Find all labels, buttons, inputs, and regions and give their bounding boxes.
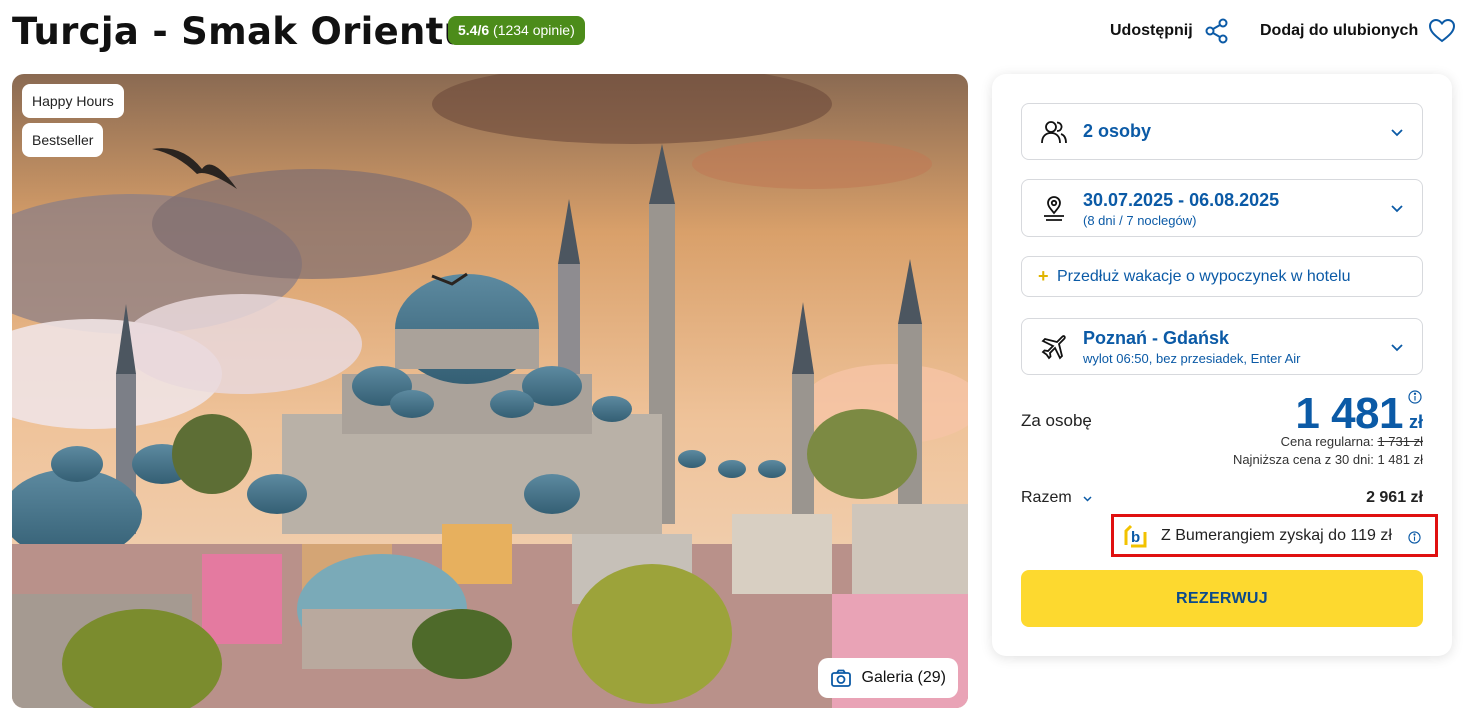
rating-badge[interactable]: 5.4/6 (1234 opinie) <box>448 16 585 45</box>
dates-value: 30.07.2025 - 06.08.2025 <box>1083 190 1280 210</box>
extend-stay-label: Przedłuż wakacje o wypoczynek w hotelu <box>1057 268 1351 285</box>
gallery-button[interactable]: Galeria (29) <box>817 658 958 698</box>
duration-value: (8 dni / 7 noclegów) <box>1083 213 1197 228</box>
bumerang-label: Z Bumerangiem zyskaj do 119 zł <box>1161 526 1392 544</box>
reserve-button[interactable]: REZERWUJ <box>1021 570 1423 627</box>
info-icon[interactable] <box>1408 390 1422 404</box>
per-person-label: Za osobę <box>1021 411 1092 430</box>
chevron-down-icon <box>1391 205 1403 213</box>
favorite-button[interactable]: Dodaj do ulubionych <box>1260 17 1456 45</box>
istanbul-mosque-image <box>12 74 968 708</box>
total-label: Razem <box>1021 489 1072 506</box>
flight-select[interactable]: Poznań - Gdańsk wylot 06:50, bez przesia… <box>1021 318 1423 375</box>
total-toggle[interactable]: Razem <box>1021 489 1093 507</box>
chevron-down-icon <box>1391 344 1403 352</box>
share-label: Udostępnij <box>1110 22 1193 39</box>
chevron-down-icon <box>1391 129 1403 137</box>
gallery-label: Galeria (29) <box>861 669 946 686</box>
booking-card: 2 osoby 30.07.2025 - 06.08.2025 (8 dni /… <box>992 74 1452 656</box>
hotel-photo[interactable]: Happy Hours Bestseller Galeria (29) <box>12 74 968 708</box>
chevron-down-icon <box>1083 495 1092 502</box>
bumerang-promo[interactable]: b Z Bumerangiem zyskaj do 119 zł <box>1111 514 1438 557</box>
persons-select[interactable]: 2 osoby <box>1021 103 1423 160</box>
regular-price: Cena regularna: 1 731 zł <box>1281 434 1423 449</box>
lowest-price-30-days: Najniższa cena z 30 dni: 1 481 zł <box>1232 452 1423 467</box>
svg-text:b: b <box>1131 529 1140 546</box>
page-title: Turcja - Smak Orientu <box>12 10 471 53</box>
tag-happy-hours: Happy Hours <box>22 84 124 118</box>
camera-icon <box>830 669 851 687</box>
heart-icon <box>1429 18 1456 43</box>
people-icon <box>1041 121 1067 144</box>
route-value: Poznań - Gdańsk <box>1083 328 1230 348</box>
bumerang-logo-icon: b <box>1124 524 1147 547</box>
airplane-icon <box>1041 335 1066 360</box>
tag-bestseller: Bestseller <box>22 123 104 157</box>
rating-count: (1234 opinie) <box>493 22 575 38</box>
rating-score: 5.4/6 <box>458 22 490 38</box>
extend-stay-button[interactable]: + Przedłuż wakacje o wypoczynek w hotelu <box>1021 256 1423 297</box>
favorite-label: Dodaj do ulubionych <box>1260 22 1419 39</box>
share-icon <box>1205 18 1228 44</box>
persons-value: 2 osoby <box>1083 121 1152 141</box>
dates-select[interactable]: 30.07.2025 - 06.08.2025 (8 dni / 7 nocle… <box>1021 179 1423 237</box>
price-amount: 1 481 <box>1295 389 1403 438</box>
regular-price-label: Cena regularna: <box>1280 434 1374 449</box>
share-button[interactable]: Udostępnij <box>1110 17 1231 45</box>
total-value: 2 961 zł <box>1366 489 1423 506</box>
regular-price-value: 1 731 zł <box>1377 434 1423 449</box>
location-pin-icon <box>1044 196 1064 221</box>
price-currency: zł <box>1408 412 1423 432</box>
flight-info-value: wylot 06:50, bez przesiadek, Enter Air <box>1083 351 1301 366</box>
plus-icon: + <box>1038 266 1049 286</box>
info-icon[interactable] <box>1408 531 1421 544</box>
price-per-person: 1 481 zł <box>1295 389 1423 439</box>
